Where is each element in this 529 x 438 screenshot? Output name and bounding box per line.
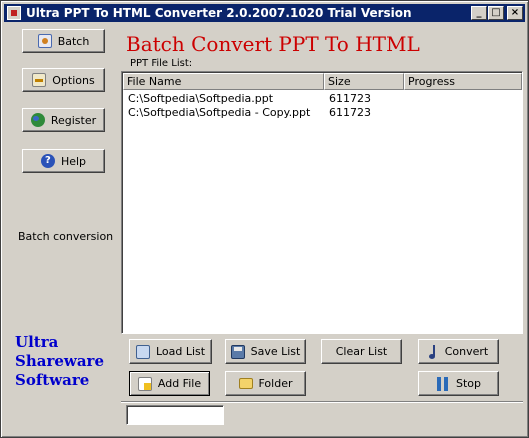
clear-list-button[interactable]: Clear List	[321, 339, 402, 364]
convert-label: Convert	[444, 345, 489, 358]
clear-list-label: Clear List	[335, 345, 388, 358]
convert-button[interactable]: Convert	[418, 339, 499, 364]
save-list-button[interactable]: Save List	[225, 339, 306, 364]
window-title: Ultra PPT To HTML Converter 2.0.2007.102…	[26, 6, 412, 20]
stop-icon	[436, 376, 450, 391]
list-item-file: C:\Softpedia\Softpedia.ppt	[128, 92, 274, 105]
batch-button[interactable]: Batch	[22, 29, 105, 53]
app-window: Ultra PPT To HTML Converter 2.0.2007.102…	[0, 0, 529, 438]
list-item-size: 611723	[329, 106, 371, 119]
save-list-icon	[230, 344, 245, 359]
stop-button[interactable]: Stop	[418, 371, 499, 396]
list-item[interactable]: C:\Softpedia\Softpedia - Copy.ppt 611723	[123, 106, 521, 121]
app-icon[interactable]	[7, 6, 21, 20]
help-label: Help	[60, 154, 87, 168]
maximize-button[interactable]: □	[488, 6, 504, 20]
batch-label: Batch	[57, 34, 90, 48]
column-header-size[interactable]: Size	[324, 73, 404, 90]
list-item[interactable]: C:\Softpedia\Softpedia.ppt 611723	[123, 92, 521, 107]
register-label: Register	[50, 113, 97, 127]
list-item-size: 611723	[329, 92, 371, 105]
brand-line-2: Shareware	[15, 352, 104, 370]
close-button[interactable]: ×	[507, 6, 523, 20]
options-button[interactable]: Options	[22, 68, 105, 92]
options-icon	[32, 73, 47, 87]
sidebar-caption: Batch conversion	[18, 230, 114, 243]
options-label: Options	[52, 73, 95, 87]
load-list-icon	[135, 344, 150, 359]
brand-line-1: Ultra	[15, 333, 59, 351]
status-field	[126, 405, 224, 425]
brand-line-3: Software	[15, 371, 90, 389]
help-icon: ?	[40, 154, 55, 168]
save-list-label: Save List	[250, 345, 301, 358]
load-list-label: Load List	[155, 345, 206, 358]
column-header-progress[interactable]: Progress	[404, 73, 522, 90]
add-file-label: Add File	[157, 377, 202, 390]
stop-label: Stop	[455, 377, 481, 390]
help-button[interactable]: ? Help	[22, 149, 105, 173]
list-item-file: C:\Softpedia\Softpedia - Copy.ppt	[128, 106, 311, 119]
folder-icon	[238, 378, 253, 389]
folder-button[interactable]: Folder	[225, 371, 306, 396]
batch-icon	[37, 34, 52, 48]
title-bar[interactable]: Ultra PPT To HTML Converter 2.0.2007.102…	[4, 4, 525, 22]
globe-icon	[30, 113, 45, 127]
folder-label: Folder	[258, 377, 293, 390]
column-header-file-name[interactable]: File Name	[123, 73, 324, 90]
file-list[interactable]: File Name Size Progress C:\Softpedia\Sof…	[121, 71, 523, 334]
convert-icon	[428, 344, 439, 359]
status-divider	[121, 401, 523, 403]
add-file-icon	[137, 376, 152, 391]
file-list-caption: PPT File List:	[130, 58, 193, 69]
register-button[interactable]: Register	[22, 108, 105, 132]
minimize-button[interactable]: _	[471, 6, 487, 20]
page-title: Batch Convert PPT To HTML	[126, 32, 420, 56]
load-list-button[interactable]: Load List	[129, 339, 212, 364]
add-file-button[interactable]: Add File	[129, 371, 210, 396]
